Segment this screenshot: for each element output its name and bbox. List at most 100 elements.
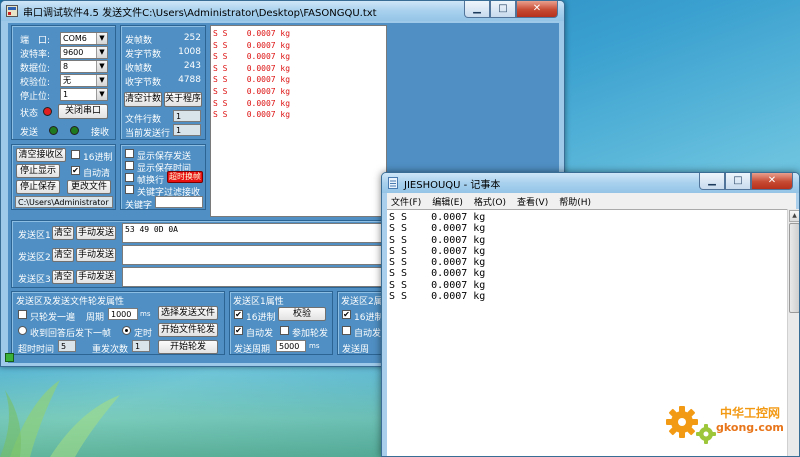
auto-clear-checkbox[interactable]: ✔ [71, 166, 80, 175]
send1-add-poll-checkbox[interactable] [280, 326, 289, 335]
send1-period-unit: ms [309, 342, 320, 350]
recv-frames-value: 243 [183, 61, 201, 71]
send2-hex16-label: 16进制 [354, 313, 384, 323]
notepad-line: S S 0.0007 kg [389, 268, 486, 280]
send-area-2-label: 发送区2 [18, 253, 51, 263]
select-file-button[interactable]: 选择发送文件 [158, 306, 218, 320]
recv-frames-label: 收帧数 [125, 64, 153, 74]
about-button[interactable]: 关于程序 [164, 92, 202, 107]
recv-bytes-value: 4788 [178, 75, 201, 85]
send1-hex16-checkbox[interactable]: ✔ [234, 310, 243, 319]
chevron-down-icon: ▼ [96, 61, 107, 72]
stop-save-button[interactable]: 停止保存 [16, 180, 60, 194]
keyword-filter-checkbox[interactable] [125, 185, 134, 194]
stopbits-select[interactable]: 1 ▼ [60, 88, 108, 101]
status-bar-icon [5, 353, 14, 362]
menu-file[interactable]: 文件(F) [391, 195, 421, 208]
send1-period-input[interactable]: 5000 [276, 340, 306, 352]
show-save-send-checkbox[interactable] [125, 149, 134, 158]
minimize-button[interactable]: ▁ [464, 1, 490, 18]
receive-text-area[interactable]: S S 0.0007 kg S S 0.0007 kg S S 0.0007 kg S… [210, 25, 387, 217]
frame-newline-checkbox[interactable] [125, 173, 134, 182]
menu-edit[interactable]: 编辑(E) [432, 195, 463, 208]
stop-display-button[interactable]: 停止显示 [16, 164, 60, 178]
file-lines-field: 1 [173, 110, 201, 122]
sent-bytes-label: 发字节数 [125, 50, 162, 60]
receive-line: S S 0.0007 kg [213, 98, 291, 108]
chevron-down-icon: ▼ [96, 75, 107, 86]
keyword-input[interactable] [155, 196, 203, 208]
send-area-3-clear-button[interactable]: 清空 [52, 270, 74, 284]
desktop-grass-decoration [0, 380, 120, 457]
show-save-time-checkbox[interactable] [125, 161, 134, 170]
sent-bytes-value: 1008 [178, 47, 201, 57]
timeout-input[interactable]: 5 [58, 340, 76, 352]
notepad-maximize-button[interactable]: □ [725, 173, 751, 190]
counters-panel: 发帧数 252 发字节数 1008 收帧数 243 收字节数 4788 清空计数… [120, 25, 206, 140]
menu-view[interactable]: 查看(V) [517, 195, 548, 208]
notepad-line: S S 0.0007 kg [389, 234, 486, 246]
serial-tool-titlebar[interactable]: 串口调试软件4.5 发送文件C:\Users\Administrator\Des… [1, 1, 564, 21]
notepad-close-button[interactable]: ✕ [751, 173, 793, 190]
send1-props-group: 发送区1属性 ✔ 16进制 校验 ✔ 自动发 参加轮发 发送周期 5000 ms [229, 291, 333, 355]
chevron-down-icon: ▼ [96, 33, 107, 44]
receive-line: S S 0.0007 kg [213, 52, 291, 62]
send-area-1-label: 发送区1 [18, 231, 51, 241]
send1-auto-label: 自动发 [246, 329, 274, 339]
close-port-button[interactable]: 关闭串口 [58, 104, 108, 119]
resend-input[interactable]: 1 [132, 340, 150, 352]
notepad-title: JIESHOUQU - 记事本 [404, 179, 501, 191]
maximize-button[interactable]: □ [490, 1, 516, 18]
parity-select-value: 无 [63, 76, 71, 85]
send-area-1-manual-button[interactable]: 手动发送 [76, 226, 116, 240]
poll-period-input[interactable]: 1000 [108, 308, 138, 320]
resend-label: 重发次数 [92, 345, 129, 355]
send2-hex16-checkbox[interactable]: ✔ [342, 310, 351, 319]
port-select[interactable]: COM6 ▼ [60, 32, 108, 45]
timeout-frame-button[interactable]: 超时换帧 [167, 171, 203, 183]
databits-select[interactable]: 8 ▼ [60, 60, 108, 73]
scroll-up-icon[interactable]: ▲ [789, 210, 799, 222]
chevron-down-icon: ▼ [96, 47, 107, 58]
notepad-line: S S 0.0007 kg [389, 245, 486, 257]
start-poll-button[interactable]: 开始轮发 [158, 340, 218, 354]
reply-next-radio[interactable] [18, 326, 27, 335]
notepad-titlebar[interactable]: JIESHOUQU - 记事本 ▁ □ ✕ [382, 173, 799, 193]
send1-props-title: 发送区1属性 [233, 297, 284, 307]
scroll-thumb[interactable] [789, 223, 799, 313]
send-area-1-clear-button[interactable]: 清空 [52, 226, 74, 240]
send1-auto-checkbox[interactable]: ✔ [234, 326, 243, 335]
send-area-3-manual-button[interactable]: 手动发送 [76, 270, 116, 284]
send-once-checkbox[interactable] [18, 310, 27, 319]
clear-count-button[interactable]: 清空计数 [124, 92, 162, 107]
send-led-icon [49, 126, 58, 135]
receive-line: S S 0.0007 kg [213, 75, 291, 85]
sent-frames-label: 发帧数 [125, 36, 153, 46]
recv-hex16-checkbox[interactable] [71, 150, 80, 159]
receive-line: S S 0.0007 kg [213, 40, 291, 50]
recv-hex16-label: 16进制 [83, 153, 113, 163]
change-file-button[interactable]: 更改文件 [67, 180, 111, 194]
app-icon [6, 5, 18, 17]
notepad-line: S S 0.0007 kg [389, 291, 486, 303]
timed-radio[interactable] [122, 326, 131, 335]
port-settings-panel: 端 口: COM6 ▼ 波特率: 9600 ▼ 数据位: 8 ▼ 校验位: 无 … [11, 25, 116, 140]
notepad-minimize-button[interactable]: ▁ [699, 173, 725, 190]
send2-auto-checkbox[interactable] [342, 326, 351, 335]
recv-led-icon [70, 126, 79, 135]
parity-select[interactable]: 无 ▼ [60, 74, 108, 87]
close-button[interactable]: ✕ [516, 1, 558, 18]
clear-recv-button[interactable]: 清空接收区 [16, 148, 66, 162]
checksum-button[interactable]: 校验 [278, 307, 326, 321]
receive-line: S S 0.0007 kg [213, 63, 291, 73]
send-area-2-clear-button[interactable]: 清空 [52, 248, 74, 262]
baud-select[interactable]: 9600 ▼ [60, 46, 108, 59]
start-file-poll-button[interactable]: 开始文件轮发 [158, 323, 218, 337]
notepad-line: S S 0.0007 kg [389, 212, 486, 223]
save-path-field[interactable]: C:\Users\Administrator [15, 196, 113, 208]
send-area-2-manual-button[interactable]: 手动发送 [76, 248, 116, 262]
reply-next-label: 收到回答后发下一帧 [30, 329, 112, 339]
menu-help[interactable]: 帮助(H) [559, 195, 591, 208]
parity-label: 校验位: [20, 78, 51, 88]
menu-format[interactable]: 格式(O) [474, 195, 506, 208]
